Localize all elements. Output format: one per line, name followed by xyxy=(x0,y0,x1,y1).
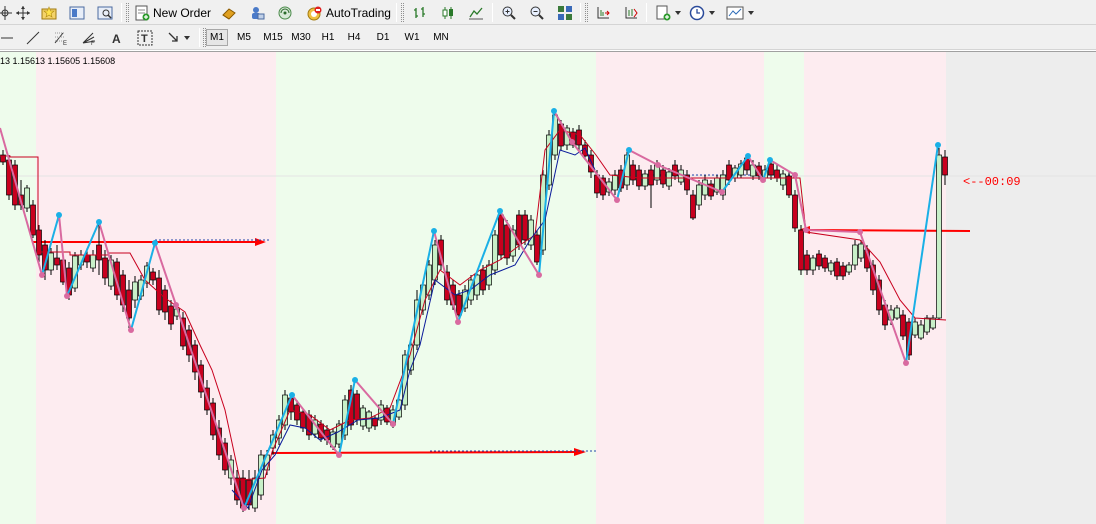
horizontal-arrow-line xyxy=(271,451,581,454)
candle-body xyxy=(834,261,840,277)
candle-body xyxy=(942,156,948,176)
candle-body xyxy=(96,244,102,261)
pivot-low-marker xyxy=(569,139,575,145)
pivot-high-marker xyxy=(767,157,773,163)
candle-body xyxy=(702,179,708,196)
candle-body xyxy=(792,194,798,229)
candle-body xyxy=(498,214,504,256)
candle-body xyxy=(660,169,666,185)
session-zone xyxy=(946,52,1096,524)
pivot-low-marker xyxy=(390,421,396,427)
candle-body xyxy=(840,265,846,277)
pivot-low-marker xyxy=(455,319,461,325)
pivot-low-marker xyxy=(719,189,725,195)
price-chart[interactable] xyxy=(0,0,1096,524)
candle-body xyxy=(336,423,342,445)
candle-body xyxy=(612,174,618,191)
candle-body xyxy=(810,257,816,271)
candle-body xyxy=(798,229,804,271)
pivot-low-marker xyxy=(903,360,909,366)
pivot-high-marker xyxy=(551,108,557,114)
candle-body xyxy=(828,262,834,272)
pivot-high-marker xyxy=(497,208,503,214)
ohlc-readout: 13 1.15613 1.15605 1.15608 xyxy=(0,56,116,66)
candle-body xyxy=(900,314,906,337)
candle-body xyxy=(354,393,360,421)
candle-body xyxy=(774,169,780,179)
candle-body xyxy=(894,307,900,319)
candle-body xyxy=(426,264,432,296)
candle-body xyxy=(90,254,96,269)
candle-body xyxy=(300,411,306,429)
candle-body xyxy=(432,244,438,281)
candle-body xyxy=(132,281,138,301)
candle-body xyxy=(666,171,672,187)
candle-body xyxy=(690,194,696,219)
candle-body xyxy=(24,187,30,209)
candle-body xyxy=(30,204,36,236)
candle-body xyxy=(768,163,774,176)
candle-body xyxy=(822,257,828,269)
candle-body xyxy=(36,229,42,256)
session-zone xyxy=(0,52,36,524)
pivot-low-marker xyxy=(614,197,620,203)
pivot-low-marker xyxy=(803,227,809,233)
pivot-high-marker xyxy=(935,142,941,148)
session-zone xyxy=(764,52,804,524)
candle-body xyxy=(918,324,924,339)
bar-countdown-timer: <--00:09 xyxy=(963,175,1021,189)
candle-body xyxy=(858,243,864,259)
candle-body xyxy=(360,407,366,427)
pivot-low-marker xyxy=(173,302,179,308)
pivot-high-marker xyxy=(745,153,751,159)
candle-body xyxy=(168,305,174,325)
pivot-high-marker xyxy=(626,147,632,153)
pivot-low-marker xyxy=(241,505,247,511)
candle-body xyxy=(258,454,264,496)
session-zone xyxy=(596,52,764,524)
candle-body xyxy=(126,289,132,319)
candle-body xyxy=(54,257,60,266)
candle-body xyxy=(936,154,942,319)
candle-body xyxy=(372,417,378,427)
candle-body xyxy=(522,214,528,241)
candle-body xyxy=(924,317,930,333)
pivot-high-marker xyxy=(56,212,62,218)
pivot-high-marker xyxy=(289,392,295,398)
pivot-low-marker xyxy=(792,172,798,178)
candle-body xyxy=(642,173,648,187)
candle-body xyxy=(534,234,540,263)
pivot-low-marker xyxy=(655,162,661,168)
pivot-low-marker xyxy=(128,327,134,333)
candle-body xyxy=(852,244,858,266)
pivot-high-marker xyxy=(152,240,158,246)
candle-body xyxy=(150,271,156,281)
candle-body xyxy=(804,254,810,271)
pivot-low-marker xyxy=(64,293,70,299)
pivot-high-marker xyxy=(352,377,358,383)
session-zone xyxy=(36,52,276,524)
pivot-high-marker xyxy=(96,219,102,225)
candle-body xyxy=(576,129,582,146)
candle-body xyxy=(366,411,372,429)
candle-body xyxy=(780,173,786,186)
pivot-low-marker xyxy=(39,272,45,278)
candle-body xyxy=(786,175,792,196)
candle-body xyxy=(48,252,54,271)
candle-body xyxy=(912,321,918,336)
candle-body xyxy=(492,234,498,271)
candle-body xyxy=(162,289,168,313)
pivot-low-marker xyxy=(760,177,766,183)
candle-body xyxy=(816,253,822,267)
candle-body xyxy=(846,264,852,273)
pivot-low-marker xyxy=(857,229,863,235)
candle-body xyxy=(102,257,108,279)
candle-body xyxy=(696,184,702,206)
pivot-high-marker xyxy=(431,228,437,234)
pivot-low-marker xyxy=(336,452,342,458)
pivot-low-marker xyxy=(536,272,542,278)
candle-body xyxy=(582,144,588,157)
